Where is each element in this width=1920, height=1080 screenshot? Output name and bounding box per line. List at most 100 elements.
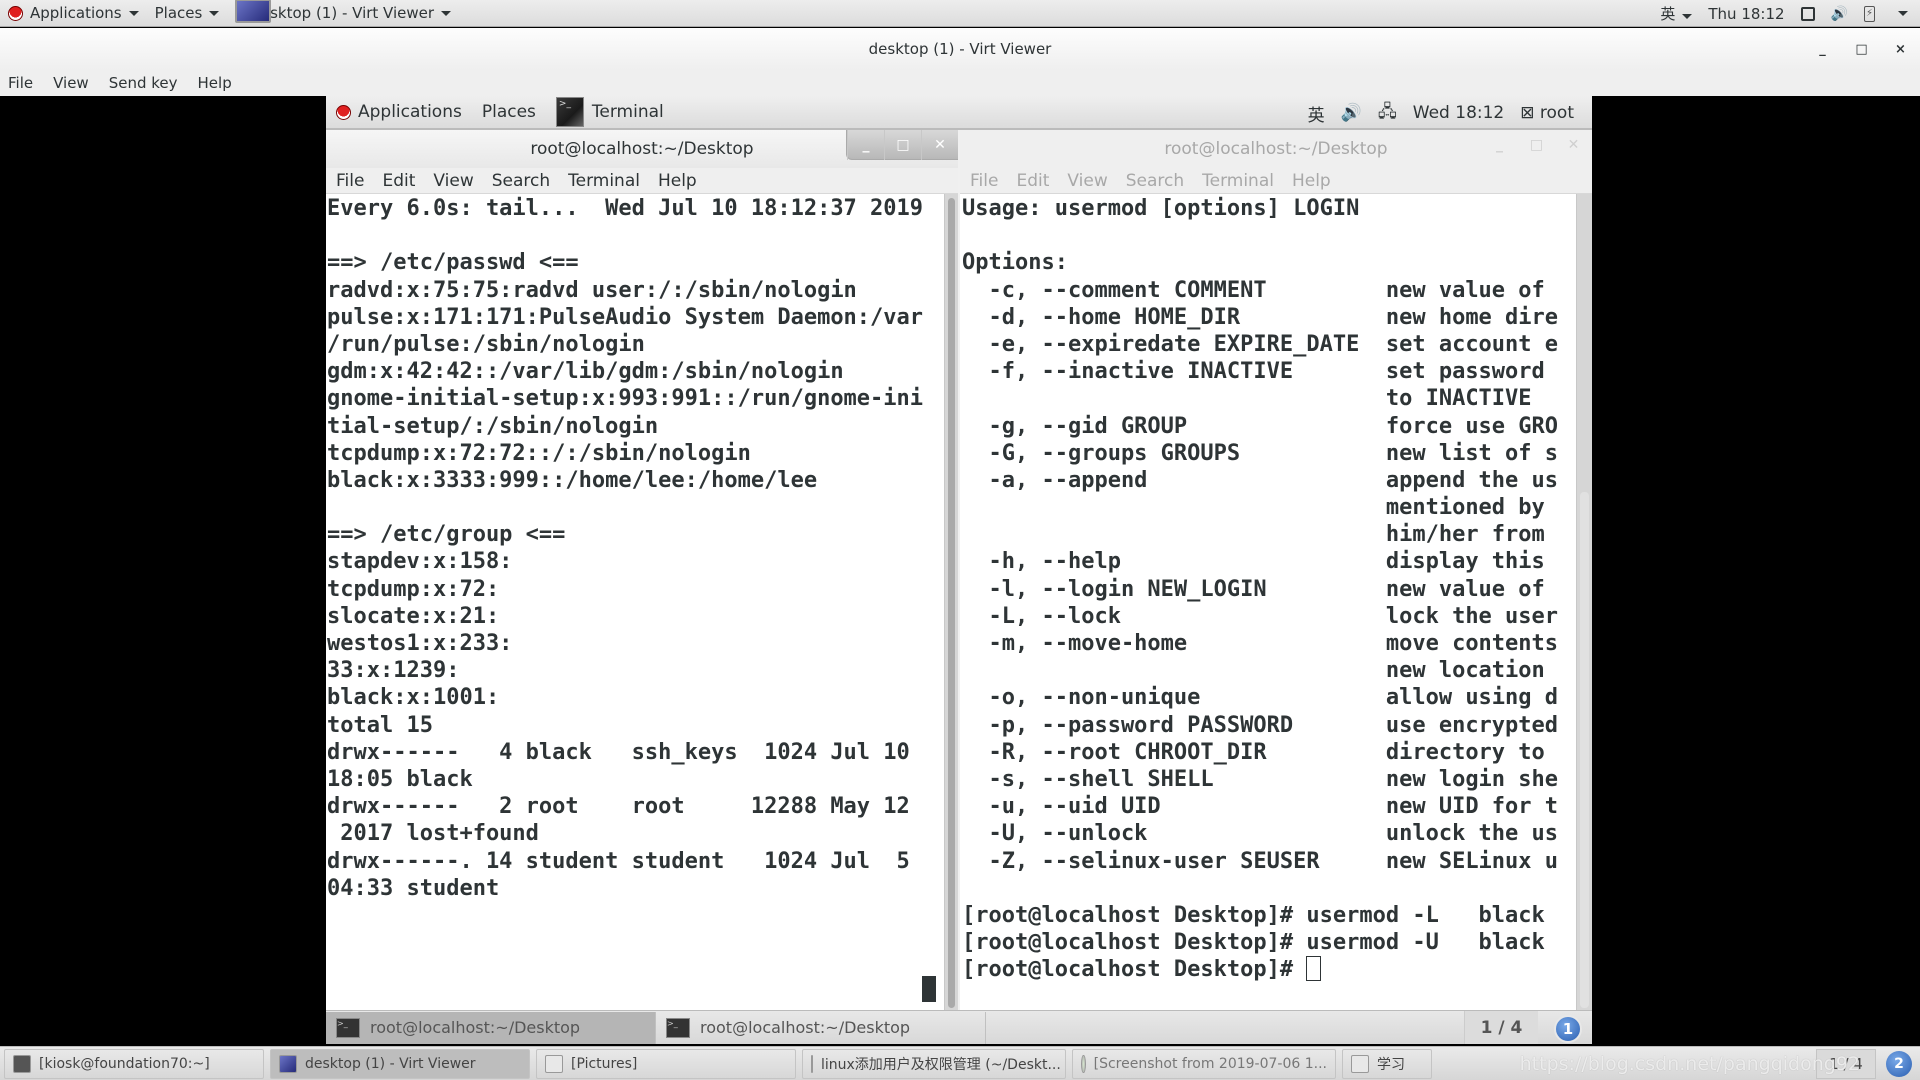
guest-user-label: root: [1539, 103, 1574, 123]
maximize-button[interactable]: □: [1518, 130, 1555, 160]
network-disconnected-icon[interactable]: 🖧: [1378, 99, 1397, 128]
taskbar-item-text-editor[interactable]: linux添加用户及权限管理 (~/Deskt...: [802, 1048, 1066, 1079]
close-button[interactable]: ✕: [921, 130, 958, 160]
input-method-label: 英: [1660, 5, 1676, 23]
taskbar-item-kiosk-terminal[interactable]: [kiosk@foundation70:~]: [4, 1048, 264, 1079]
taskbar-item-study-folder[interactable]: 学习: [1342, 1048, 1432, 1079]
terminal-line: -e, --expiredate EXPIRE_DATE set account…: [962, 331, 1559, 357]
guest-places-menu[interactable]: Places: [472, 96, 546, 129]
menu-view[interactable]: View: [1067, 171, 1107, 191]
battery-icon[interactable]: ⚡: [1864, 5, 1875, 22]
menu-terminal[interactable]: Terminal: [1202, 171, 1274, 191]
menu-terminal[interactable]: Terminal: [568, 171, 640, 191]
menu-search[interactable]: Search: [492, 171, 550, 191]
host-places-menu[interactable]: Places: [147, 0, 228, 27]
menu-view[interactable]: View: [53, 74, 89, 92]
image-viewer-icon: [1081, 1054, 1086, 1073]
terminal-line: -U, --unlock unlock the us: [962, 821, 1559, 847]
monitor-icon: [279, 1054, 297, 1073]
taskbar-item-pictures[interactable]: [Pictures]: [536, 1048, 796, 1079]
host-clock[interactable]: Thu 18:12: [1708, 5, 1784, 23]
terminal-menubar: File Edit View Search Terminal Help: [326, 168, 958, 194]
terminal-line: -p, --password PASSWORD use encrypted: [962, 712, 1559, 738]
guest-display[interactable]: Applications Places >_ Terminal 英 🔊 🖧 We…: [326, 96, 1592, 1044]
terminal-output[interactable]: Usage: usermod [options] LOGIN Options: -…: [960, 194, 1576, 1010]
guest-active-app[interactable]: >_ Terminal: [546, 96, 674, 129]
input-method-indicator[interactable]: 英: [1660, 3, 1693, 24]
guest-task-terminal-2[interactable]: >_ root@localhost:~/Desktop: [656, 1011, 986, 1044]
scrollbar[interactable]: [944, 194, 958, 1010]
minimize-button[interactable]: _: [1481, 130, 1518, 160]
terminal-output[interactable]: Every 6.0s: tail... Wed Jul 10 18:12:37 …: [326, 194, 944, 1010]
minimize-button[interactable]: _: [847, 130, 884, 160]
menu-file[interactable]: File: [8, 74, 33, 92]
terminal-icon: >_: [666, 1017, 690, 1038]
display-icon[interactable]: [1800, 6, 1815, 21]
menu-search[interactable]: Search: [1126, 171, 1184, 191]
terminal-line: tcpdump:x:72:: [327, 576, 500, 602]
terminal-menubar: File Edit View Search Terminal Help: [960, 168, 1592, 194]
volume-icon[interactable]: 🔊: [1831, 6, 1848, 22]
menu-send-key[interactable]: Send key: [109, 74, 178, 92]
system-menu-chevron-icon[interactable]: [1898, 11, 1908, 16]
guest-workspace-indicator[interactable]: 1 / 4: [1464, 1011, 1538, 1044]
menu-file[interactable]: File: [336, 171, 364, 191]
file-cabinet-icon: [545, 1054, 563, 1073]
menu-help[interactable]: Help: [1292, 171, 1331, 191]
maximize-button[interactable]: □: [884, 130, 921, 160]
terminal-line: pulse:x:171:171:PulseAudio System Daemon…: [327, 304, 924, 330]
scrollbar-thumb[interactable]: [948, 198, 955, 1008]
terminal-window-left[interactable]: root@localhost:~/Desktop _ □ ✕ File Edit…: [326, 130, 958, 1010]
redhat-logo-icon: [336, 104, 351, 120]
terminal-line: -o, --non-unique allow using d: [962, 685, 1559, 711]
menu-view[interactable]: View: [433, 171, 473, 191]
notification-badge[interactable]: 1: [1554, 1015, 1582, 1043]
terminal-line: Options:: [962, 250, 1068, 276]
notification-badge[interactable]: 2: [1886, 1051, 1912, 1077]
terminal-line: tcpdump:x:72:72::/:/sbin/nologin: [327, 440, 751, 466]
menu-edit[interactable]: Edit: [382, 171, 415, 191]
menu-file[interactable]: File: [970, 171, 998, 191]
shell-prompt: [root@localhost Desktop]#: [962, 957, 1307, 983]
guest-user-menu[interactable]: ⊠ root: [1520, 103, 1574, 123]
terminal-line: westos1:x:233:: [327, 631, 513, 656]
host-top-panel: Applications Places desktop (1) - Virt V…: [0, 0, 1920, 27]
guest-applications-menu[interactable]: Applications: [326, 96, 472, 129]
terminal-line: 2017 lost+found: [327, 821, 539, 847]
terminal-line: him/her from: [962, 522, 1559, 548]
terminal-line: -m, --move-home move contents: [962, 631, 1559, 656]
scrollbar-thumb[interactable]: [1580, 492, 1589, 1008]
minimize-button[interactable]: _: [1803, 42, 1842, 57]
terminal-line: black:x:3333:999::/home/lee:/home/lee: [327, 467, 818, 493]
terminal-window-right[interactable]: root@localhost:~/Desktop _ □ ✕ File Edit…: [960, 130, 1592, 1010]
host-workspace-indicator[interactable]: 1 / 4: [1816, 1049, 1876, 1079]
menu-help[interactable]: Help: [658, 171, 697, 191]
terminal-line: Usage: usermod [options] LOGIN: [962, 196, 1360, 221]
host-active-window-menu[interactable]: desktop (1) - Virt Viewer: [227, 0, 459, 27]
guest-task-terminal-1[interactable]: >_ root@localhost:~/Desktop: [326, 1011, 656, 1044]
menu-help[interactable]: Help: [198, 74, 232, 92]
taskbar-item-label: [Screenshot from 2019-07-06 1...: [1093, 1055, 1327, 1072]
maximize-button[interactable]: □: [1842, 42, 1881, 57]
host-taskbar: [kiosk@foundation70:~] desktop (1) - Vir…: [0, 1046, 1920, 1080]
close-button[interactable]: ✕: [1555, 130, 1592, 160]
chevron-down-icon: [441, 10, 452, 16]
host-applications-menu[interactable]: Applications: [0, 0, 147, 27]
terminal-prompt-line[interactable]: [root@localhost Desktop]#: [962, 956, 1576, 983]
close-button[interactable]: ×: [1881, 42, 1920, 57]
scrollbar[interactable]: [1576, 194, 1592, 1010]
terminal-titlebar: root@localhost:~/Desktop _ □ ✕: [960, 130, 1592, 168]
guest-clock[interactable]: Wed 18:12: [1413, 103, 1504, 123]
virt-viewer-menubar: File View Send key Help: [0, 70, 1920, 96]
text-editor-icon: [811, 1054, 813, 1073]
guest-input-method[interactable]: 英: [1308, 101, 1325, 126]
taskbar-item-label: desktop (1) - Virt Viewer: [305, 1055, 476, 1072]
taskbar-item-virt-viewer[interactable]: desktop (1) - Virt Viewer: [270, 1048, 530, 1079]
taskbar-item-screenshot[interactable]: [Screenshot from 2019-07-06 1...: [1072, 1048, 1336, 1079]
terminal-line: drwx------. 14 student student 1024 Jul …: [327, 848, 910, 874]
volume-icon[interactable]: 🔊: [1341, 103, 1362, 123]
terminal-line: -d, --home HOME_DIR new home dire: [962, 304, 1559, 330]
menu-edit[interactable]: Edit: [1016, 171, 1049, 191]
